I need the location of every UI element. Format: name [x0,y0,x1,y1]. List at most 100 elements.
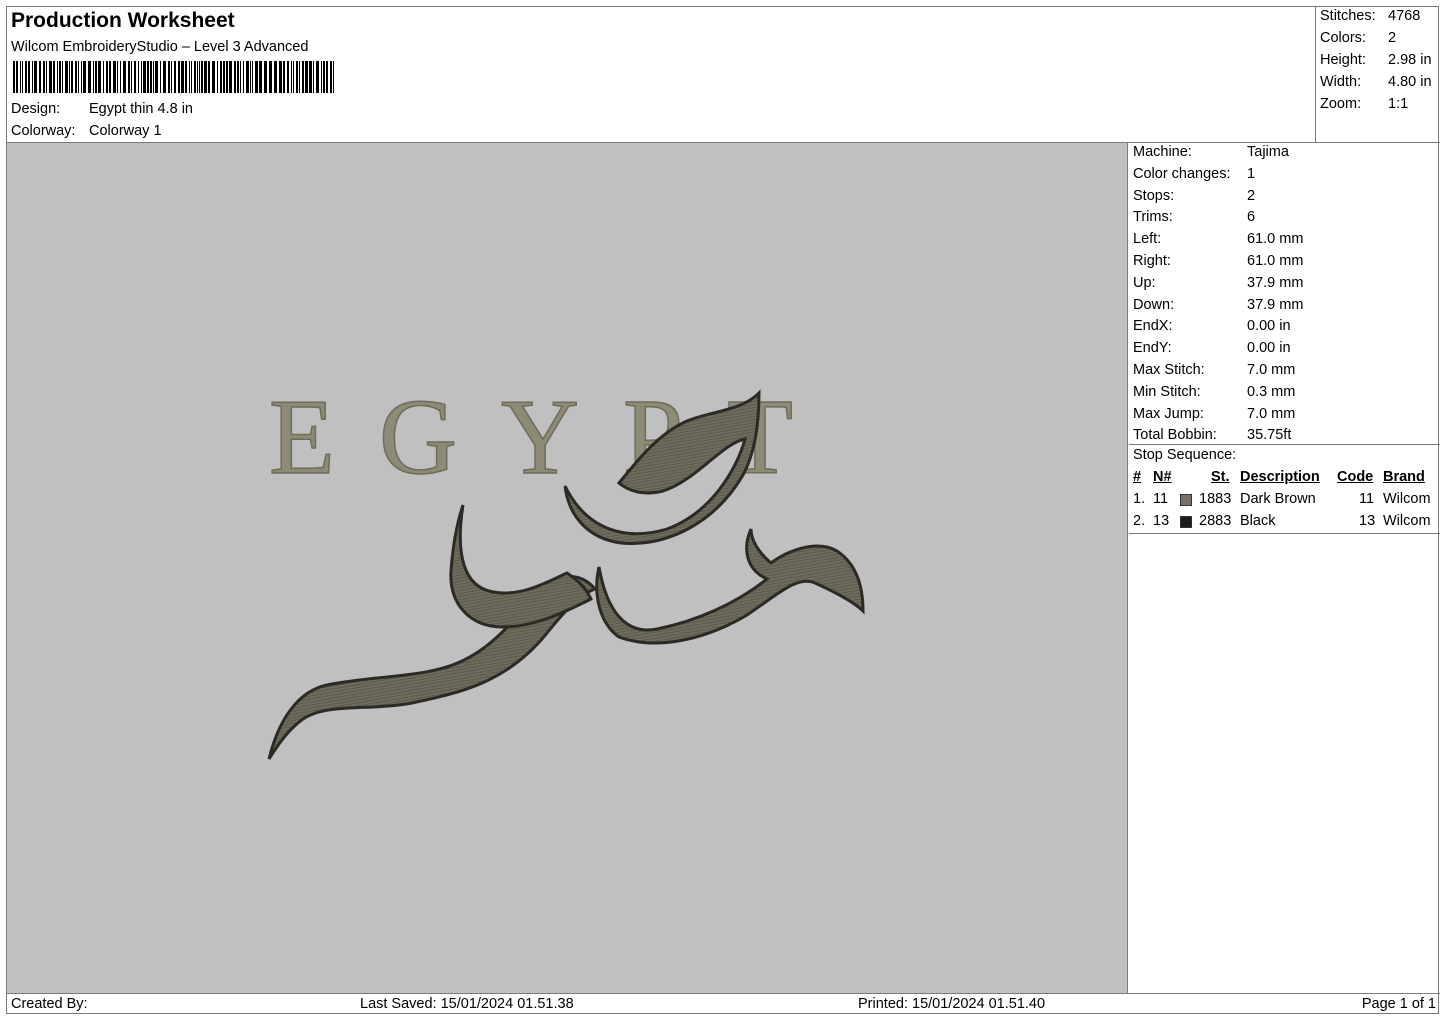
machine-info-value: 7.0 mm [1247,362,1296,378]
machine-info-value: 61.0 mm [1247,231,1304,248]
design-preview: EGYPT [7,143,1128,993]
color-swatch [1180,516,1192,528]
machine-info-label: Down: [1133,296,1175,313]
software-name: Wilcom EmbroideryStudio – Level 3 Advanc… [11,39,309,55]
colors-row: Colors: 2 [1320,30,1396,46]
machine-info-value: 0.3 mm [1247,383,1296,400]
stop-stitches: 1883 [1199,491,1232,507]
machine-info-row: Total Bobbin: 35.75ft [1133,427,1291,443]
design-row: Design: Egypt thin 4.8 in [11,101,193,117]
stop-num: 1. [1133,491,1146,507]
stop-stitches: 2883 [1199,513,1232,529]
machine-info-row: Right: 61.0 mm [1133,253,1303,269]
col-header-description: Description [1240,469,1320,485]
divider [1129,444,1440,445]
zoom-label: Zoom: [1320,96,1362,112]
col-header-stitches: St. [1211,469,1230,485]
machine-info-label: Max Jump: [1133,405,1204,422]
created-by: Created By: [11,996,88,1012]
stop-code: 13 [1359,513,1376,529]
machine-info-value: 1 [1247,165,1256,182]
page-title: Production Worksheet [11,9,235,32]
col-header-code: Code [1337,469,1374,485]
colorway-label: Colorway: [11,123,76,139]
width-row: Width: 4.80 in [1320,74,1432,90]
stop-sequence-title: Stop Sequence: [1133,447,1237,463]
stop-needle: 11 [1153,491,1169,507]
stop-description: Black [1240,513,1276,529]
machine-info-value: 0.00 in [1247,318,1291,335]
machine-info-label: Total Bobbin: [1133,427,1217,444]
machine-info-row: EndX: 0.00 in [1133,318,1291,334]
machine-info-label: Left: [1133,231,1162,248]
machine-info-value: 6 [1247,209,1256,226]
machine-info-label: EndX: [1133,318,1173,335]
worksheet-footer: Created By: Last Saved: 15/01/2024 01.51… [7,993,1440,1015]
stitches-label: Stitches: [1320,8,1376,24]
divider [1129,533,1440,534]
machine-info-label: Color changes: [1133,165,1231,182]
calligraphy-stroke-left-loop [449,504,594,629]
machine-info-label: Stops: [1133,187,1175,204]
machine-info-row: Max Stitch: 7.0 mm [1133,362,1295,378]
stitches-value: 4768 [1388,8,1421,24]
col-header-needle: N# [1153,469,1172,485]
stop-brand: Wilcom [1383,491,1431,507]
width-value: 4.80 in [1388,74,1432,90]
machine-info-label: EndY: [1133,340,1172,357]
stop-num: 2. [1133,513,1146,529]
printed-date: Printed: 15/01/2024 01.51.40 [858,996,1046,1012]
design-label: Design: [11,101,61,117]
machine-info-row: Trims: 6 [1133,209,1255,225]
colorway-value: Colorway 1 [89,123,162,139]
zoom-row: Zoom: 1:1 [1320,96,1408,112]
design-value: Egypt thin 4.8 in [89,101,193,117]
machine-info-row: Color changes: 1 [1133,166,1255,182]
machine-info-value: 2 [1247,187,1256,204]
machine-info-row: Left: 61.0 mm [1133,231,1303,247]
production-worksheet: Production Worksheet Wilcom EmbroiderySt… [6,6,1440,1015]
machine-info-value: 35.75ft [1247,427,1292,444]
col-header-num: # [1133,469,1142,485]
stitches-row: Stitches: 4768 [1320,8,1420,24]
width-label: Width: [1320,74,1362,90]
col-header-brand: Brand [1383,469,1425,485]
machine-info-value: 0.00 in [1247,340,1291,357]
machine-info-label: Up: [1133,274,1156,291]
machine-info-row: Stops: 2 [1133,188,1255,204]
zoom-value: 1:1 [1388,96,1409,112]
machine-info-row: Max Jump: 7.0 mm [1133,406,1295,422]
machine-info-value: 7.0 mm [1247,405,1296,422]
design-summary: Stitches: 4768 Colors: 2 Height: 2.98 in Wi… [1315,7,1440,143]
machine-info-value: 61.0 mm [1247,253,1304,269]
colors-value: 2 [1388,30,1397,46]
machine-info-value: 37.9 mm [1247,296,1304,313]
height-label: Height: [1320,52,1366,68]
calligraphy-stroke-right-wave [595,528,865,645]
machine-info-label: Max Stitch: [1133,362,1205,378]
machine-info-label: Trims: [1133,209,1173,226]
machine-info-label: Right: [1133,253,1171,269]
barcode [13,61,334,93]
colorway-row: Colorway: Colorway 1 [11,123,162,139]
stop-brand: Wilcom [1383,513,1431,529]
page-number: Page 1 of 1 [1361,996,1436,1012]
colors-label: Colors: [1320,30,1366,46]
machine-info-row: Min Stitch: 0.3 mm [1133,384,1295,400]
machine-info-label: Min Stitch: [1133,383,1201,400]
height-value: 2.98 in [1388,52,1432,68]
stop-code: 11 [1359,491,1375,507]
height-row: Height: 2.98 in [1320,52,1432,68]
last-saved: Last Saved: 15/01/2024 01.51.38 [360,996,574,1012]
machine-info-value: 37.9 mm [1247,274,1304,291]
machine-info-label: Machine: [1133,144,1192,160]
machine-info-row: EndY: 0.00 in [1133,340,1291,356]
machine-info-row: Machine: Tajima [1133,144,1289,160]
worksheet-header: Production Worksheet Wilcom EmbroiderySt… [7,7,1315,143]
stop-description: Dark Brown [1240,491,1316,507]
stop-needle: 13 [1153,513,1170,529]
color-swatch [1180,494,1192,506]
machine-info-row: Down: 37.9 mm [1133,297,1303,313]
embroidery-design: EGYPT [267,377,865,760]
machine-info-panel: Machine: Tajima Color changes: 1 Stops: 2 Trim… [1129,143,1440,993]
